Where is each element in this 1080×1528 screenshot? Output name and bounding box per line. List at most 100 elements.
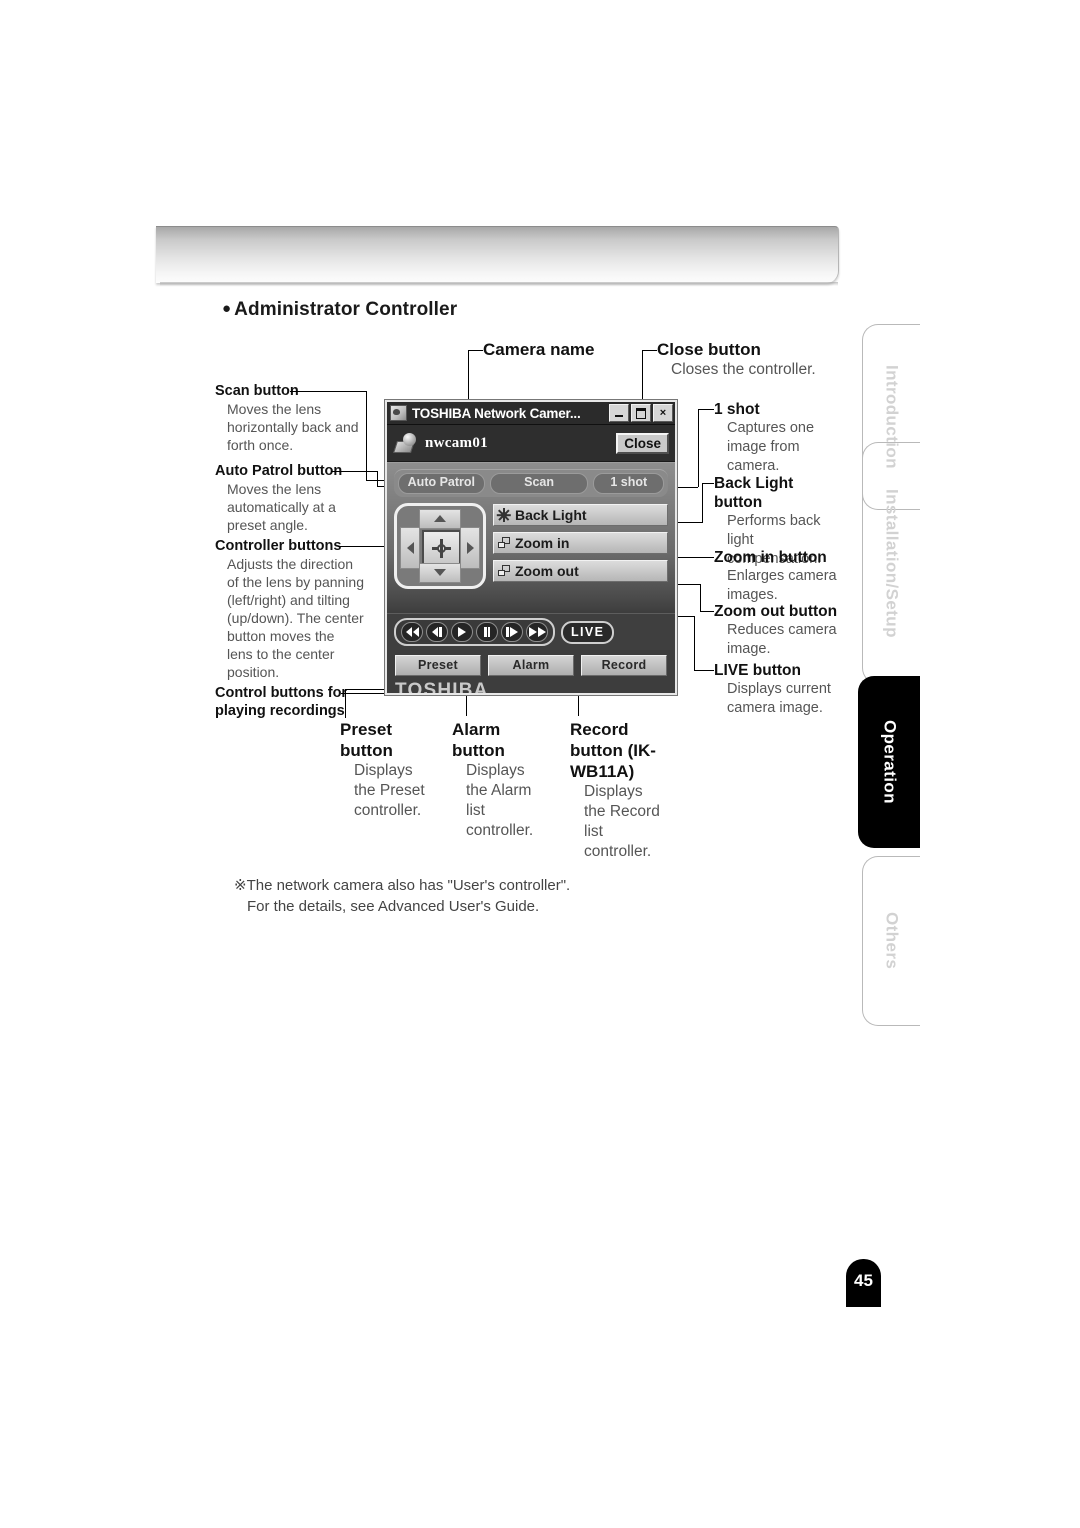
annotation-alarm-title: Alarm button [452, 720, 505, 760]
sidebar-tab-operation-label: Operation [880, 720, 900, 804]
middle-row: Back Light Zoom in Zoom out [394, 502, 668, 589]
sun-icon [496, 507, 511, 522]
zoom-out-icon [498, 565, 510, 577]
administrator-controller-window: TOSHIBA Network Camer... × nwcam01 Close… [385, 400, 677, 695]
leader-auto-patrol-v [377, 471, 379, 486]
rewind-button[interactable] [401, 622, 423, 642]
sidebar-tab-installation-setup-label: Installation/Setup [882, 488, 902, 638]
live-button[interactable]: LIVE [561, 620, 615, 644]
sidebar-tab-others[interactable]: Others [862, 856, 920, 1026]
camera-name-bar: nwcam01 Close [387, 425, 675, 462]
zoom-out-label: Zoom out [515, 562, 579, 579]
leader-auto-patrol-h1 [331, 471, 378, 473]
annotation-record: Record button (IK- WB11A) Displays the R… [570, 719, 670, 862]
pause-icon [484, 627, 487, 637]
annotation-record-desc: Displays the Record list controller. [584, 783, 660, 860]
playback-controls: LIVE [387, 613, 675, 650]
fast-forward-button[interactable] [526, 622, 548, 642]
pause-button[interactable] [476, 622, 498, 642]
top-button-row: Auto Patrol Scan 1 shot [394, 469, 668, 497]
annotation-record-title: Record button (IK- WB11A) [570, 720, 656, 781]
annotation-one-shot-title: 1 shot [714, 401, 760, 418]
step-forward-button[interactable] [501, 622, 523, 642]
toshiba-logo: TOSHIBA [395, 680, 489, 695]
preset-button[interactable]: Preset [395, 655, 481, 676]
camera-name-value: nwcam01 [425, 434, 488, 451]
annotation-camera-name: Camera name [483, 339, 595, 360]
annotation-zoom-in-desc: Enlarges camera images. [727, 568, 837, 603]
leader-zoom-out-h1 [700, 611, 714, 613]
zoom-out-button[interactable]: Zoom out [493, 559, 668, 583]
leader-scan-h1 [290, 391, 367, 393]
zoom-in-label: Zoom in [515, 534, 570, 551]
playback-button-group [394, 618, 555, 646]
annotation-close-button-title: Close button [657, 340, 761, 359]
leader-live-v [694, 616, 696, 670]
annotation-back-light-title: Back Light button [714, 475, 794, 511]
annotation-preset-desc: Displays the Preset controller. [354, 762, 425, 819]
page-header-banner-shadow [160, 282, 838, 286]
minimize-button[interactable] [609, 404, 629, 422]
alarm-button[interactable]: Alarm [488, 655, 574, 676]
annotation-preset: Preset button Displays the Preset contro… [340, 719, 440, 821]
annotation-zoom-out-desc: Reduces camera image. [727, 622, 837, 657]
zoom-in-button[interactable]: Zoom in [493, 531, 668, 554]
annotation-close-button-desc: Closes the controller. [671, 361, 816, 378]
one-shot-button[interactable]: 1 shot [593, 473, 664, 494]
annotation-controller-buttons: Controller buttons Adjusts the direction… [215, 537, 390, 681]
page-title-text: Administrator Controller [234, 299, 458, 320]
back-light-label: Back Light [515, 506, 587, 523]
bullet-icon: ● [222, 300, 232, 317]
leader-one-shot-v [698, 409, 700, 487]
annotation-auto-patrol-button: Auto Patrol button Moves the lens automa… [215, 462, 385, 534]
side-button-group: Back Light Zoom in Zoom out [493, 503, 668, 589]
play-button[interactable] [451, 622, 473, 642]
step-forward-icon [506, 627, 509, 637]
sidebar-tab-installation-setup[interactable]: Installation/Setup [862, 442, 920, 684]
leader-live-h1 [694, 670, 714, 672]
window-title: TOSHIBA Network Camer... [412, 405, 581, 421]
pan-right-button[interactable] [460, 526, 480, 569]
arrow-right-icon [466, 541, 474, 554]
footnote-line-2: For the details, see Advanced User's Gui… [247, 898, 540, 915]
page-header-banner [156, 226, 839, 283]
zoom-in-icon [498, 537, 510, 549]
annotation-live: LIVE button Displays current camera imag… [714, 661, 844, 718]
scan-button[interactable]: Scan [489, 473, 589, 494]
pan-down-button[interactable] [419, 562, 461, 583]
close-button[interactable]: Close [616, 432, 669, 454]
annotation-zoom-out-title: Zoom out button [714, 603, 838, 620]
auto-patrol-button[interactable]: Auto Patrol [398, 473, 485, 494]
step-back-icon [432, 627, 439, 637]
pan-up-button[interactable] [419, 508, 461, 529]
annotation-zoom-out: Zoom out button Reduces camera image. [714, 602, 844, 659]
leader-close-button-h [642, 350, 657, 352]
back-light-button[interactable]: Back Light [493, 503, 668, 526]
record-button[interactable]: Record [581, 655, 667, 676]
annotation-live-title: LIVE button [714, 662, 801, 679]
window-close-icon[interactable]: × [653, 404, 673, 422]
window-controls: × [609, 404, 673, 422]
annotation-alarm-desc: Displays the Alarm list controller. [466, 762, 534, 839]
leader-preset-v1 [345, 690, 347, 718]
sidebar-tab-operation[interactable]: Operation [858, 676, 920, 848]
maximize-button[interactable] [631, 404, 651, 422]
rewind-icon [405, 627, 412, 637]
bottom-area: Preset Alarm Record TOSHIBA [387, 650, 675, 695]
annotation-alarm: Alarm button Displays the Alarm list con… [452, 719, 557, 841]
leader-back-light-h1 [702, 483, 714, 485]
annotation-scan-button: Scan button Moves the lens horizontally … [215, 382, 380, 454]
leader-zoom-out-v [700, 584, 702, 611]
leader-one-shot-h1 [698, 409, 714, 411]
page-number: 45 [846, 1259, 881, 1307]
sidebar-tab-others-label: Others [882, 912, 902, 970]
annotation-live-desc: Displays current camera image. [727, 681, 831, 716]
application-icon [390, 405, 407, 421]
step-back-button[interactable] [426, 622, 448, 642]
pan-left-button[interactable] [400, 526, 420, 569]
annotation-close-button: Close button Closes the controller. [657, 339, 816, 380]
arrow-left-icon [406, 541, 414, 554]
leader-back-light-v [702, 483, 704, 523]
footnote-line-1: ※The network camera also has "User's con… [234, 877, 571, 894]
annotation-preset-title: Preset button [340, 720, 393, 760]
